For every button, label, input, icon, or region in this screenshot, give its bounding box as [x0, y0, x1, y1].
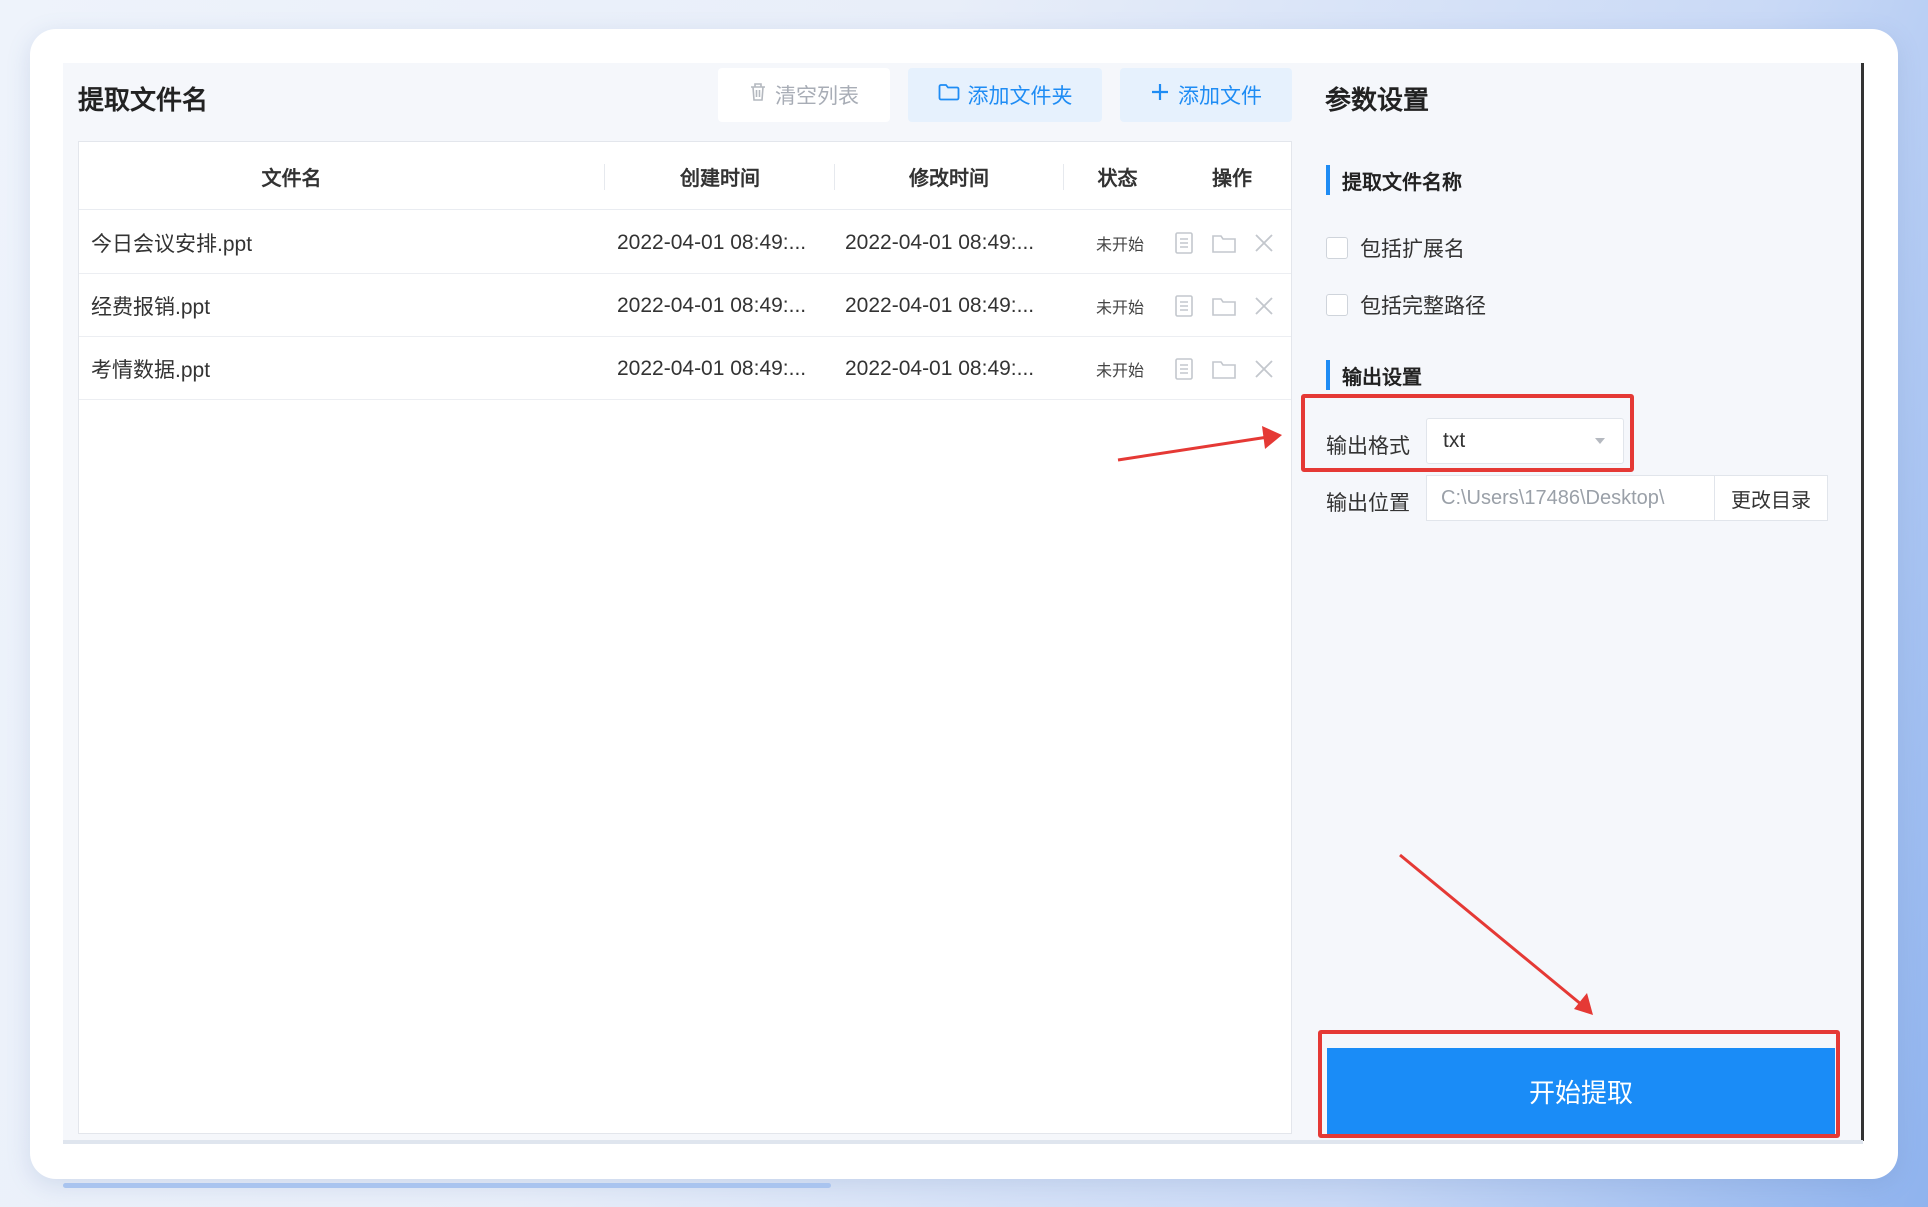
created-time: 2022-04-01 08:49:...	[617, 356, 807, 380]
window-edge	[1861, 63, 1864, 1141]
section-heading-label: 输出设置	[1342, 366, 1422, 389]
status-text: 未开始	[1095, 236, 1144, 254]
output-format-value: txt	[1443, 429, 1466, 452]
modified-time: 2022-04-01 08:49:...	[845, 230, 1035, 254]
row-actions	[1169, 274, 1289, 337]
checkbox-label: 包括完整路径	[1360, 295, 1486, 318]
table-row[interactable]: 今日会议安排.ppt 2022-04-01 08:49:... 2022-04-…	[79, 211, 1291, 274]
section-heading-label: 提取文件名称	[1342, 171, 1462, 194]
clear-list-label: 清空列表	[775, 85, 859, 108]
close-icon[interactable]	[1249, 291, 1279, 321]
status-text: 未开始	[1095, 299, 1144, 317]
folder-icon	[938, 83, 960, 107]
col-header-actions: 操作	[1212, 167, 1252, 190]
table-header: 文件名 创建时间 修改时间 状态 操作	[79, 142, 1291, 210]
output-format-label: 输出格式	[1326, 435, 1410, 458]
include-full-path-checkbox[interactable]: 包括完整路径	[1326, 290, 1486, 320]
status-text: 未开始	[1095, 362, 1144, 380]
output-path-field[interactable]	[1426, 475, 1714, 521]
document-icon[interactable]	[1169, 228, 1199, 258]
folder-icon[interactable]	[1209, 228, 1239, 258]
col-header-modified[interactable]: 修改时间	[835, 142, 1063, 210]
file-name: 经费报销.ppt	[91, 295, 211, 319]
document-icon[interactable]	[1169, 354, 1199, 384]
section-heading-extract: 提取文件名称	[1326, 165, 1462, 195]
add-file-button[interactable]: 添加文件	[1120, 68, 1292, 122]
modified-time: 2022-04-01 08:49:...	[845, 356, 1035, 380]
document-icon[interactable]	[1169, 291, 1199, 321]
add-file-label: 添加文件	[1178, 85, 1262, 108]
settings-title: 参数设置	[1325, 85, 1430, 115]
modified-time: 2022-04-01 08:49:...	[845, 293, 1035, 317]
folder-icon[interactable]	[1209, 291, 1239, 321]
checkbox-box[interactable]	[1326, 294, 1348, 316]
col-header-status[interactable]: 状态	[1064, 142, 1171, 210]
row-actions	[1169, 337, 1289, 400]
col-header-filename[interactable]: 文件名	[79, 142, 504, 210]
output-location-label: 输出位置	[1326, 492, 1410, 515]
horizontal-scrollbar[interactable]	[63, 1140, 1863, 1144]
checkbox-label: 包括扩展名	[1360, 238, 1465, 261]
close-icon[interactable]	[1249, 354, 1279, 384]
output-format-select[interactable]: txt	[1426, 418, 1624, 464]
folder-icon[interactable]	[1209, 354, 1239, 384]
created-time: 2022-04-01 08:49:...	[617, 230, 807, 254]
chevron-down-icon	[1595, 438, 1605, 444]
close-icon[interactable]	[1249, 228, 1279, 258]
start-extract-label: 开始提取	[1528, 1077, 1633, 1108]
checkbox-box[interactable]	[1326, 237, 1348, 259]
table-row[interactable]: 考情数据.ppt 2022-04-01 08:49:... 2022-04-01…	[79, 337, 1291, 400]
file-table: 文件名 创建时间 修改时间 状态 操作 今日会议安排.ppt 2022-04-0…	[78, 141, 1292, 1134]
row-actions	[1169, 211, 1289, 274]
section-accent-bar	[1326, 165, 1330, 195]
col-header-created[interactable]: 创建时间	[605, 142, 835, 210]
add-folder-label: 添加文件夹	[967, 85, 1073, 108]
file-name: 今日会议安排.ppt	[91, 232, 253, 256]
trash-icon	[749, 82, 767, 108]
file-name: 考情数据.ppt	[91, 358, 211, 382]
clear-list-button[interactable]: 清空列表	[718, 68, 890, 122]
section-heading-output: 输出设置	[1326, 360, 1422, 390]
progress-bar	[63, 1183, 831, 1188]
start-extract-button[interactable]: 开始提取	[1327, 1048, 1835, 1134]
section-accent-bar	[1326, 360, 1330, 390]
page-title: 提取文件名	[78, 85, 209, 115]
table-row[interactable]: 经费报销.ppt 2022-04-01 08:49:... 2022-04-01…	[79, 274, 1291, 337]
plus-icon	[1150, 82, 1170, 108]
created-time: 2022-04-01 08:49:...	[617, 293, 807, 317]
add-folder-button[interactable]: 添加文件夹	[908, 68, 1102, 122]
change-directory-button[interactable]: 更改目录	[1714, 475, 1828, 521]
include-extension-checkbox[interactable]: 包括扩展名	[1326, 233, 1465, 263]
